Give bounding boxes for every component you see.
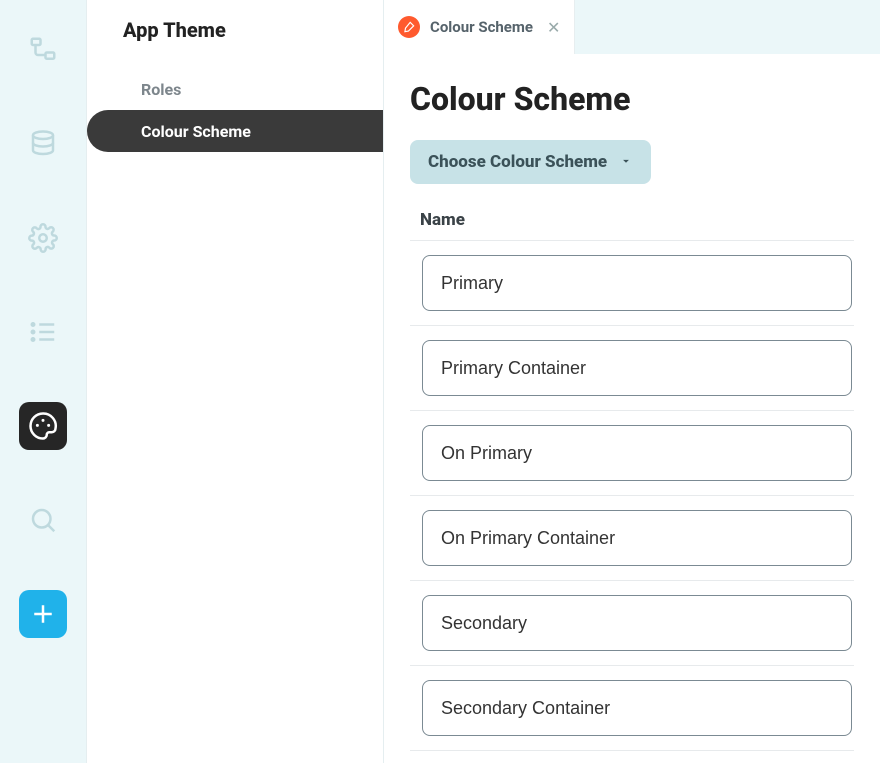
name-input[interactable]	[441, 698, 833, 719]
sidebar-title: App Theme	[87, 0, 383, 68]
main: Colour Scheme ✕ Colour Scheme Choose Col…	[384, 0, 880, 763]
name-input[interactable]	[441, 528, 833, 549]
rail-tree-icon[interactable]	[19, 26, 67, 74]
content: Colour Scheme Choose Colour Scheme Name …	[384, 54, 880, 763]
chevron-down-icon	[619, 153, 633, 172]
name-field[interactable]	[422, 255, 852, 311]
chooser-label: Choose Colour Scheme	[428, 152, 607, 172]
nav-rail	[0, 0, 86, 763]
table-row	[410, 240, 854, 325]
tab-colour-scheme[interactable]: Colour Scheme ✕	[384, 0, 575, 54]
tab-close-icon[interactable]: ✕	[547, 18, 560, 37]
name-field[interactable]	[422, 425, 852, 481]
sidebar-item-colour-scheme[interactable]: Colour Scheme	[87, 110, 383, 152]
sidebar: App Theme RolesColour Scheme	[86, 0, 384, 763]
name-field[interactable]	[422, 510, 852, 566]
choose-colour-scheme-button[interactable]: Choose Colour Scheme	[410, 140, 651, 184]
table-row	[410, 580, 854, 665]
table-row	[410, 665, 854, 751]
rail-gear-icon[interactable]	[19, 214, 67, 262]
name-field[interactable]	[422, 340, 852, 396]
rail-list-icon[interactable]	[19, 308, 67, 356]
name-input[interactable]	[441, 613, 833, 634]
tab-bar: Colour Scheme ✕	[384, 0, 880, 54]
name-field[interactable]	[422, 595, 852, 651]
sidebar-item-roles[interactable]: Roles	[87, 68, 383, 110]
table-row	[410, 410, 854, 495]
rail-palette-icon[interactable]	[19, 402, 67, 450]
name-input[interactable]	[441, 443, 833, 464]
tab-label: Colour Scheme	[430, 18, 533, 36]
rail-database-icon[interactable]	[19, 120, 67, 168]
name-field[interactable]	[422, 680, 852, 736]
rail-add-button[interactable]	[19, 590, 67, 638]
table-row	[410, 325, 854, 410]
brush-icon	[398, 16, 420, 38]
name-input[interactable]	[441, 273, 833, 294]
table-row	[410, 495, 854, 580]
page-title: Colour Scheme	[410, 80, 854, 118]
rail-search-icon[interactable]	[19, 496, 67, 544]
name-input[interactable]	[441, 358, 833, 379]
column-header-name: Name	[410, 202, 854, 240]
